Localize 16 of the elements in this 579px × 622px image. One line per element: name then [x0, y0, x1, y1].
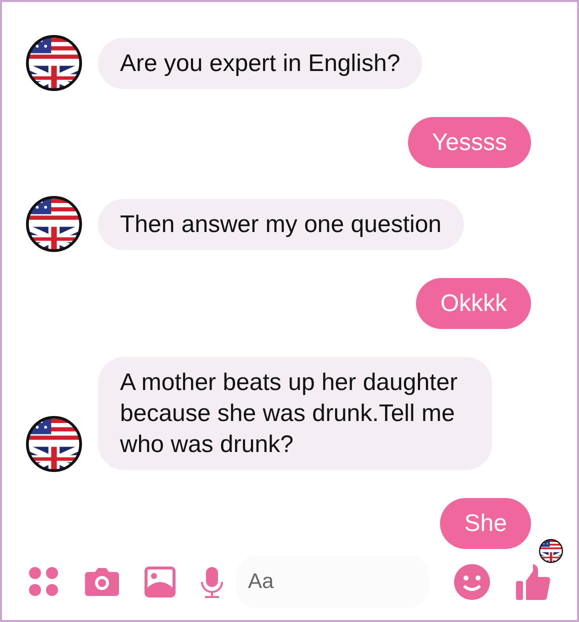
microphone-icon[interactable]: [200, 566, 224, 598]
message-bubble: A mother beats up her daughter because she was drunk.Tell me who was drunk?: [98, 357, 492, 470]
smiley-icon[interactable]: [453, 563, 491, 601]
flag-avatar-icon: [26, 35, 82, 91]
camera-icon[interactable]: [84, 566, 120, 598]
apps-icon[interactable]: [28, 566, 60, 598]
message-bubble: She: [440, 498, 531, 549]
message-bubble: Yessss: [408, 117, 531, 168]
message-bubble: Are you expert in English?: [98, 38, 422, 89]
image-icon[interactable]: [144, 566, 176, 598]
flag-avatar-icon: [26, 196, 82, 252]
message-bubble: Then answer my one question: [98, 199, 464, 250]
message-input-field[interactable]: Aa: [236, 556, 429, 608]
message-bubble: Okkkk: [416, 278, 531, 329]
flag-avatar-icon: [26, 416, 82, 472]
thumbs-up-icon[interactable]: [515, 563, 551, 601]
